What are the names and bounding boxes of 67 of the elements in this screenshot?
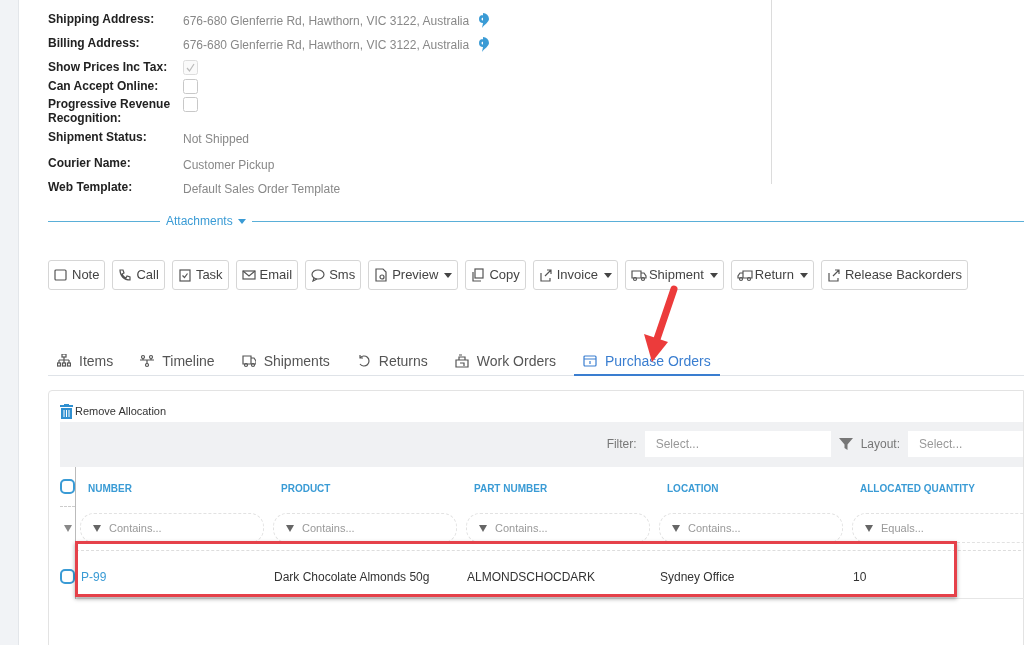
table-cell: ALMONDSCHOCDARK — [467, 570, 595, 584]
briefcase-icon — [454, 354, 469, 368]
layout-select[interactable]: Select... — [908, 431, 1023, 457]
table-cell: Sydney Office — [660, 570, 735, 584]
action-button[interactable]: Invoice — [532, 260, 618, 290]
action-button[interactable]: Task — [171, 260, 229, 290]
action-button[interactable]: Sms — [305, 260, 362, 290]
share-icon — [538, 268, 555, 282]
map-pin-icon[interactable] — [477, 36, 490, 52]
truck-icon — [736, 268, 753, 282]
timeline-icon — [140, 354, 155, 368]
envelope-icon — [241, 268, 258, 282]
map-pin-icon[interactable] — [477, 12, 490, 28]
note-icon — [54, 268, 70, 282]
field-label: Courier Name: — [48, 156, 132, 170]
tab[interactable]: Items — [48, 348, 123, 376]
field-label: Web Template: — [48, 180, 134, 194]
action-button[interactable]: Shipment — [624, 260, 724, 290]
layout-label: Layout: — [860, 436, 900, 453]
filter-select[interactable]: Select... — [644, 431, 831, 457]
remove-allocation-button[interactable]: Remove Allocation — [60, 403, 167, 420]
field-label: Progressive Revenue Recognition: — [48, 97, 172, 125]
select-all-checkbox[interactable] — [60, 478, 75, 494]
share-icon — [826, 268, 843, 282]
action-button[interactable]: Copy — [465, 260, 526, 290]
field-label: Can Accept Online: — [48, 79, 160, 93]
filter-icon — [479, 524, 487, 532]
filter-icon — [865, 524, 873, 532]
hierarchy-icon — [57, 354, 71, 368]
field-value: Default Sales Order Template — [183, 181, 341, 196]
field-label: Billing Address: — [48, 36, 141, 50]
table-cell: Dark Chocolate Almonds 50g — [274, 570, 430, 584]
action-button[interactable]: Release Backorders — [820, 260, 968, 290]
field-label: Show Prices Inc Tax: — [48, 60, 169, 74]
field-label: Shipment Status: — [48, 130, 148, 144]
truck-icon — [241, 354, 256, 368]
filter-icon — [93, 524, 101, 532]
checkbox[interactable] — [183, 97, 198, 112]
filter-label: Filter: — [606, 436, 637, 453]
filter-icon[interactable] — [63, 525, 72, 532]
tab[interactable]: Returns — [347, 348, 437, 376]
field-value: 676-680 Glenferrie Rd, Hawthorn, VIC 3122, Australia — [183, 13, 470, 28]
action-button[interactable]: Call — [112, 260, 165, 290]
filter-icon — [672, 524, 680, 532]
caret-icon — [237, 218, 246, 224]
field-value: 676-680 Glenferrie Rd, Hawthorn, VIC 3122, Australia — [183, 37, 470, 52]
action-button[interactable]: Email — [235, 260, 299, 290]
filter-icon[interactable] — [838, 437, 853, 451]
field-label: Shipping Address: — [48, 12, 156, 26]
speech-bubble-icon — [311, 268, 328, 282]
truck-icon — [630, 268, 647, 282]
trash-icon — [60, 403, 73, 419]
clipboard-icon — [177, 268, 194, 282]
action-button[interactable]: Preview — [368, 260, 459, 290]
action-button[interactable]: Note — [48, 260, 106, 290]
action-button[interactable]: Return — [730, 260, 814, 290]
table-cell: 10 — [853, 570, 867, 584]
undo-icon — [356, 354, 371, 368]
filter-icon — [286, 524, 294, 532]
field-value: Not Shipped — [183, 131, 250, 146]
checkbox[interactable] — [183, 79, 198, 94]
tab[interactable]: Timeline — [131, 348, 224, 376]
row-checkbox[interactable] — [60, 569, 75, 584]
tab[interactable]: Work Orders — [445, 348, 565, 376]
tab[interactable]: Shipments — [232, 348, 339, 376]
box-icon — [582, 354, 597, 368]
field-value: Customer Pickup — [183, 157, 275, 172]
